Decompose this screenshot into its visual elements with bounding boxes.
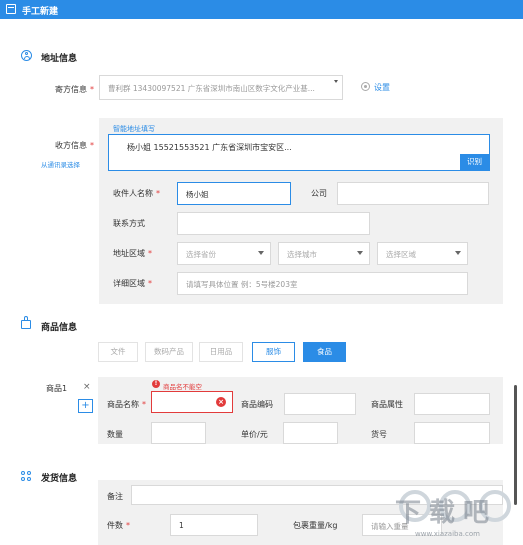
- gear-icon[interactable]: [361, 82, 370, 91]
- chevron-down-icon: [455, 251, 461, 255]
- region-label: 地址区域 *: [113, 249, 152, 258]
- unit-price-input[interactable]: [283, 422, 338, 444]
- province-select[interactable]: 选择省份: [177, 242, 271, 265]
- sender-select[interactable]: 曹利群 13430097521 广东省深圳市南山区数字文化产业基...: [99, 75, 343, 100]
- pieces-label: 件数 *: [107, 521, 130, 530]
- unit-price-label: 单价/元: [241, 430, 268, 439]
- chevron-down-icon: [258, 251, 264, 255]
- remove-item-icon[interactable]: ×: [83, 382, 91, 392]
- chevron-down-icon: [357, 251, 363, 255]
- contact-input[interactable]: [177, 212, 370, 235]
- quantity-input[interactable]: [151, 422, 206, 444]
- item-label: 商品1: [46, 384, 68, 393]
- weight-label: 包裹重量/kg: [293, 521, 338, 530]
- window-titlebar: 手工新建: [0, 0, 523, 19]
- pieces-input[interactable]: 1: [170, 514, 258, 536]
- category-food-button[interactable]: 食品: [303, 342, 346, 362]
- error-icon: !: [152, 380, 160, 388]
- chevron-down-icon: [334, 80, 338, 83]
- category-clothing-button[interactable]: 服饰: [252, 342, 295, 362]
- receiver-label: 收方信息 *: [55, 141, 94, 150]
- detail-input[interactable]: 请填写具体位置 例：5号楼203室: [177, 272, 468, 295]
- settings-link[interactable]: 设置: [374, 82, 390, 93]
- smart-fill-label: 智能地址填写: [113, 125, 155, 133]
- sender-label: 寄方信息 *: [55, 85, 94, 94]
- watermark-logo: 下载吧 www.xiazaiba.com: [393, 486, 521, 544]
- category-daily-button[interactable]: 日用品: [199, 342, 243, 362]
- remark-label: 备注: [107, 492, 123, 501]
- watermark-url: www.xiazaiba.com: [415, 530, 480, 538]
- plus-icon: +: [81, 400, 90, 411]
- smart-fill-text: 杨小姐 15521553521 广东省深圳市宝安区...: [127, 143, 292, 152]
- error-message: 商品名不能空: [163, 383, 202, 391]
- goods-name-input[interactable]: ×: [151, 391, 233, 413]
- goods-name-label: 商品名称 *: [107, 400, 146, 409]
- detail-label: 详细区域 *: [113, 279, 152, 288]
- grid-icon: [21, 471, 32, 482]
- company-label: 公司: [311, 189, 327, 198]
- smart-fill-textarea[interactable]: 杨小姐 15521553521 广东省深圳市宝安区... 识别: [108, 134, 490, 171]
- goods-code-label: 商品编码: [241, 400, 273, 409]
- address-section-title: 地址信息: [41, 54, 78, 64]
- shipping-section-title: 发货信息: [41, 474, 78, 484]
- sku-label: 货号: [371, 430, 387, 439]
- add-item-button[interactable]: +: [78, 399, 93, 413]
- city-select[interactable]: 选择城市: [278, 242, 370, 265]
- window-title: 手工新建: [22, 7, 59, 17]
- clear-error-icon[interactable]: ×: [216, 397, 226, 407]
- recognize-button[interactable]: 识别: [460, 154, 489, 170]
- bag-icon: [21, 316, 31, 329]
- sku-input[interactable]: [414, 422, 490, 444]
- recipient-name-label: 收件人名称 *: [113, 189, 160, 198]
- recipient-name-input[interactable]: 杨小姐: [177, 182, 291, 205]
- goods-code-input[interactable]: [284, 393, 356, 415]
- quantity-label: 数量: [107, 430, 123, 439]
- goods-attr-label: 商品属性: [371, 400, 403, 409]
- watermark-text: 下载吧: [395, 498, 498, 528]
- new-form-icon: [6, 4, 16, 14]
- address-section-icon: [21, 50, 32, 61]
- from-address-book-link[interactable]: 从通讯录选择: [41, 159, 80, 169]
- goods-attr-input[interactable]: [414, 393, 490, 415]
- category-digital-button[interactable]: 数码产品: [145, 342, 193, 362]
- category-file-button[interactable]: 文件: [98, 342, 138, 362]
- district-select[interactable]: 选择区域: [377, 242, 468, 265]
- contact-label: 联系方式: [113, 219, 145, 228]
- company-input[interactable]: [337, 182, 489, 205]
- goods-section-title: 商品信息: [41, 323, 78, 333]
